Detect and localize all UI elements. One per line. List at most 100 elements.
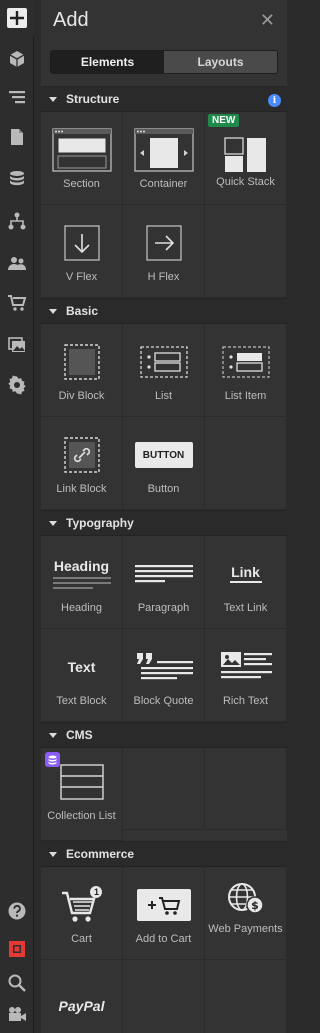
pages-icon[interactable] — [0, 118, 34, 156]
cart-icon: 1 — [50, 885, 114, 925]
element-label: Rich Text — [222, 695, 269, 707]
element-label: Web Payments — [208, 923, 283, 935]
section-typography-header[interactable]: Typography — [41, 510, 287, 536]
cms-database-icon — [45, 752, 60, 767]
add-panel-button[interactable] — [0, 0, 34, 36]
element-paypal[interactable]: PayPal — [41, 960, 123, 1033]
section-label: Ecommerce — [66, 847, 135, 861]
element-label: List — [154, 390, 173, 402]
section-cms-header[interactable]: CMS — [41, 722, 287, 748]
element-container[interactable]: Container — [123, 112, 205, 205]
button-icon: BUTTON — [132, 435, 196, 475]
element-text-block[interactable]: Text Text Block — [41, 629, 123, 722]
paypal-logo: PayPal — [50, 986, 114, 1026]
element-rich-text[interactable]: Rich Text — [205, 629, 287, 722]
element-label: Text Block — [56, 695, 107, 707]
chevron-down-icon — [49, 96, 57, 102]
section-label: CMS — [66, 728, 93, 742]
plus-icon — [7, 8, 27, 28]
help-icon[interactable] — [0, 892, 34, 930]
empty-cell — [205, 960, 287, 1033]
panel-tabs: Elements Layouts — [50, 50, 278, 74]
text-block-icon: Text — [50, 647, 114, 687]
h-flex-icon — [132, 223, 196, 263]
cms-grid: Collection List — [41, 748, 287, 841]
element-label: Add to Cart — [135, 933, 192, 945]
block-quote-icon — [132, 647, 196, 687]
typography-grid: Heading Heading Paragraph Link Text Link… — [41, 536, 287, 722]
element-link-block[interactable]: Link Block — [41, 417, 123, 510]
close-icon[interactable]: ✕ — [260, 11, 275, 29]
element-h-flex[interactable]: H Flex — [123, 205, 205, 298]
assets-icon[interactable] — [0, 326, 34, 364]
element-label: Cart — [71, 933, 92, 945]
section-basic-header[interactable]: Basic — [41, 298, 287, 324]
structure-grid: Section Container NEW Quick Stack V Flex… — [41, 112, 287, 298]
element-label: Link Block — [56, 483, 107, 495]
element-quick-stack[interactable]: NEW Quick Stack — [205, 112, 287, 205]
panel-header: Add ✕ — [41, 0, 287, 40]
cart-count: 1 — [93, 887, 99, 897]
new-badge: NEW — [208, 114, 240, 127]
list-icon — [132, 342, 196, 382]
tab-layouts[interactable]: Layouts — [164, 51, 277, 73]
video-icon[interactable] — [0, 995, 34, 1033]
element-list-item[interactable]: List Item — [205, 324, 287, 417]
database-icon[interactable] — [0, 160, 34, 198]
element-v-flex[interactable]: V Flex — [41, 205, 123, 298]
element-cart[interactable]: 1 Cart — [41, 867, 123, 960]
section-ecommerce-header[interactable]: Ecommerce — [41, 841, 287, 867]
quick-stack-icon — [214, 136, 278, 176]
cube-icon[interactable] — [0, 40, 34, 78]
heading-icon: Heading — [50, 554, 114, 594]
element-label: Button — [147, 483, 180, 495]
div-block-icon — [50, 342, 114, 382]
element-label: Collection List — [47, 810, 116, 822]
settings-gear-icon[interactable] — [0, 366, 34, 404]
link-preview: Link — [231, 564, 260, 580]
empty-cell — [123, 960, 205, 1033]
section-structure-header[interactable]: Structure i — [41, 86, 287, 112]
list-item-icon — [214, 342, 278, 382]
empty-cell — [123, 748, 205, 830]
section-label: Basic — [66, 304, 99, 318]
element-block-quote[interactable]: Block Quote — [123, 629, 205, 722]
section-label: Structure — [66, 92, 120, 106]
link-block-icon — [50, 435, 114, 475]
record-icon[interactable] — [0, 930, 34, 968]
collection-list-icon — [50, 762, 114, 802]
element-web-payments[interactable]: $ Web Payments — [205, 867, 287, 960]
web-payments-icon: $ — [214, 879, 278, 919]
left-toolbar — [0, 0, 34, 1033]
tab-elements[interactable]: Elements — [51, 51, 164, 73]
empty-cell — [205, 748, 287, 830]
rich-text-icon — [214, 647, 278, 687]
ecommerce-grid: 1 Cart Add to Cart $ Web Payments PayPal — [41, 867, 287, 1033]
element-label: Text Link — [223, 602, 268, 614]
element-label: List Item — [224, 390, 267, 402]
ecommerce-cart-icon[interactable] — [0, 284, 34, 322]
element-label: V Flex — [65, 271, 98, 283]
navigator-icon[interactable] — [0, 78, 34, 116]
element-add-to-cart[interactable]: Add to Cart — [123, 867, 205, 960]
element-list[interactable]: List — [123, 324, 205, 417]
element-label: Paragraph — [137, 602, 190, 614]
element-text-link[interactable]: Link Text Link — [205, 536, 287, 629]
chevron-down-icon — [49, 520, 57, 526]
element-button[interactable]: BUTTON Button — [123, 417, 205, 510]
symbols-icon[interactable] — [0, 202, 34, 240]
section-label: Typography — [66, 516, 134, 530]
element-section[interactable]: Section — [41, 112, 123, 205]
add-to-cart-icon — [132, 885, 196, 925]
users-icon[interactable] — [0, 244, 34, 282]
element-div-block[interactable]: Div Block — [41, 324, 123, 417]
add-panel: Add ✕ Elements Layouts Structure i Secti… — [41, 0, 287, 1033]
element-heading[interactable]: Heading Heading — [41, 536, 123, 629]
element-label: Block Quote — [133, 695, 194, 707]
info-icon[interactable]: i — [268, 94, 281, 107]
element-paragraph[interactable]: Paragraph — [123, 536, 205, 629]
element-collection-list[interactable]: Collection List — [41, 748, 123, 841]
text-link-icon: Link — [214, 554, 278, 594]
element-label: Quick Stack — [216, 176, 275, 188]
chevron-down-icon — [49, 308, 57, 314]
